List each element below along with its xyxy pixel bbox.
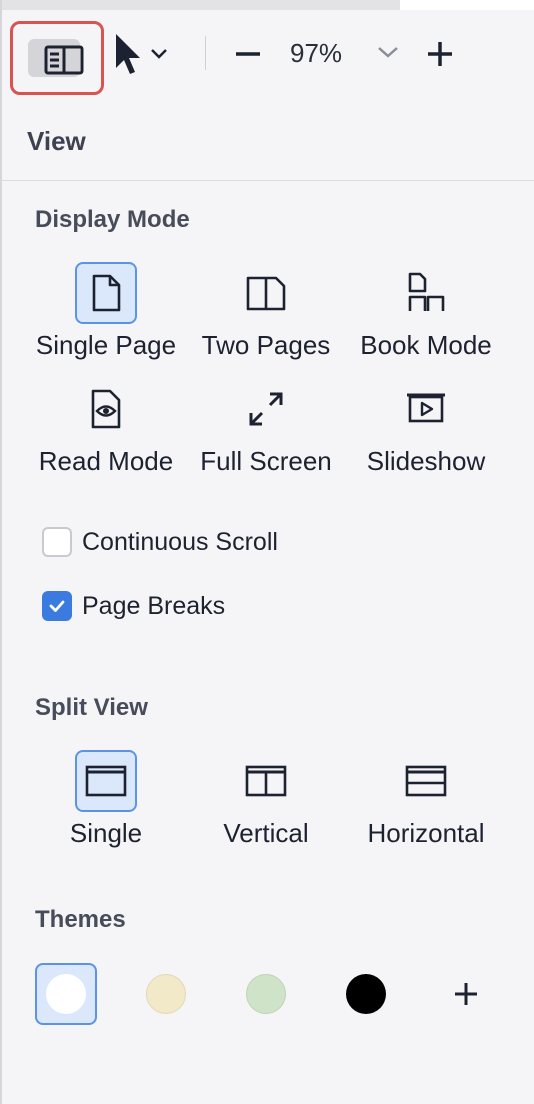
split-horizontal-icon [405, 765, 447, 797]
slideshow-icon-box [395, 378, 457, 440]
toolbar: 97% [0, 10, 534, 102]
page-breaks-checkbox[interactable] [42, 591, 72, 621]
split-view-label: Vertical [223, 818, 309, 848]
single-page-icon-box [75, 262, 137, 324]
add-theme-button[interactable] [435, 963, 497, 1025]
minus-icon [236, 52, 260, 56]
theme-green-swatch [246, 974, 286, 1014]
display-mode-read-mode[interactable]: Read Mode [26, 378, 186, 477]
display-mode-label: Slideshow [366, 446, 486, 476]
theme-white-swatch [46, 974, 86, 1014]
theme-black-button[interactable] [335, 963, 397, 1025]
split-vertical-icon-box [235, 750, 297, 812]
split-view-vertical[interactable]: Vertical [186, 750, 346, 849]
theme-sepia-button[interactable] [135, 963, 197, 1025]
zoom-out-button[interactable] [228, 34, 268, 74]
theme-black-swatch [346, 974, 386, 1014]
panel-title: View [27, 126, 86, 156]
window-top-strip [0, 0, 400, 10]
cursor-arrow-icon [116, 34, 167, 74]
book-mode-icon [408, 272, 445, 311]
plus-icon [455, 983, 477, 1005]
toolbar-divider [205, 36, 206, 70]
page-breaks-checkbox-row[interactable]: Page Breaks [42, 591, 225, 621]
two-pages-icon [246, 276, 286, 311]
theme-green-button[interactable] [235, 963, 297, 1025]
sidebar-toggle-button[interactable] [10, 21, 104, 95]
display-mode-full-screen[interactable]: Full Screen [186, 378, 346, 477]
zoom-dropdown-button[interactable] [374, 40, 402, 69]
page-breaks-label: Page Breaks [82, 591, 226, 620]
split-horizontal-icon-box [395, 750, 457, 812]
split-single-icon-box [75, 750, 137, 812]
display-mode-title: Display Mode [35, 206, 190, 233]
split-view-horizontal[interactable]: Horizontal [346, 750, 506, 849]
theme-sepia-swatch [146, 974, 186, 1014]
full-screen-icon-box [235, 378, 297, 440]
split-vertical-icon [245, 765, 287, 797]
display-mode-label: Two Pages [201, 330, 331, 360]
book-mode-icon-box [395, 262, 457, 324]
display-mode-label: Full Screen [200, 446, 332, 476]
continuous-scroll-label: Continuous Scroll [82, 527, 278, 556]
display-mode-slideshow[interactable]: Slideshow [346, 378, 506, 477]
theme-white-button[interactable] [35, 963, 97, 1025]
display-mode-book-mode[interactable]: Book Mode [346, 262, 506, 361]
slideshow-icon [407, 393, 445, 423]
checkmark-icon [49, 600, 65, 612]
zoom-level-value[interactable]: 97% [290, 38, 342, 69]
continuous-scroll-checkbox[interactable] [42, 527, 72, 557]
left-edge [0, 0, 2, 1104]
sidebar-icon [44, 45, 84, 75]
single-page-icon [92, 274, 121, 312]
display-mode-two-pages[interactable]: Two Pages [186, 262, 346, 361]
display-mode-label: Read Mode [38, 446, 174, 476]
split-view-label: Single [69, 818, 143, 848]
split-view-label: Horizontal [367, 818, 485, 848]
split-view-title: Split View [35, 694, 148, 721]
full-screen-icon [249, 392, 283, 426]
split-view-single[interactable]: Single [26, 750, 186, 849]
display-mode-label: Book Mode [360, 330, 492, 360]
plus-icon [428, 42, 452, 66]
themes-title: Themes [35, 906, 126, 933]
window-top-strip-right [400, 0, 534, 10]
read-mode-icon-box [75, 378, 137, 440]
chevron-down-icon [378, 47, 398, 58]
split-single-icon [85, 765, 127, 797]
two-pages-icon-box [235, 262, 297, 324]
display-mode-single-page[interactable]: Single Page [26, 262, 186, 361]
panel-title-divider [0, 180, 534, 181]
pointer-tool-button[interactable] [112, 32, 176, 78]
continuous-scroll-checkbox-row[interactable]: Continuous Scroll [42, 527, 278, 557]
zoom-in-button[interactable] [420, 34, 460, 74]
read-mode-icon [91, 389, 121, 429]
display-mode-label: Single Page [35, 330, 177, 360]
